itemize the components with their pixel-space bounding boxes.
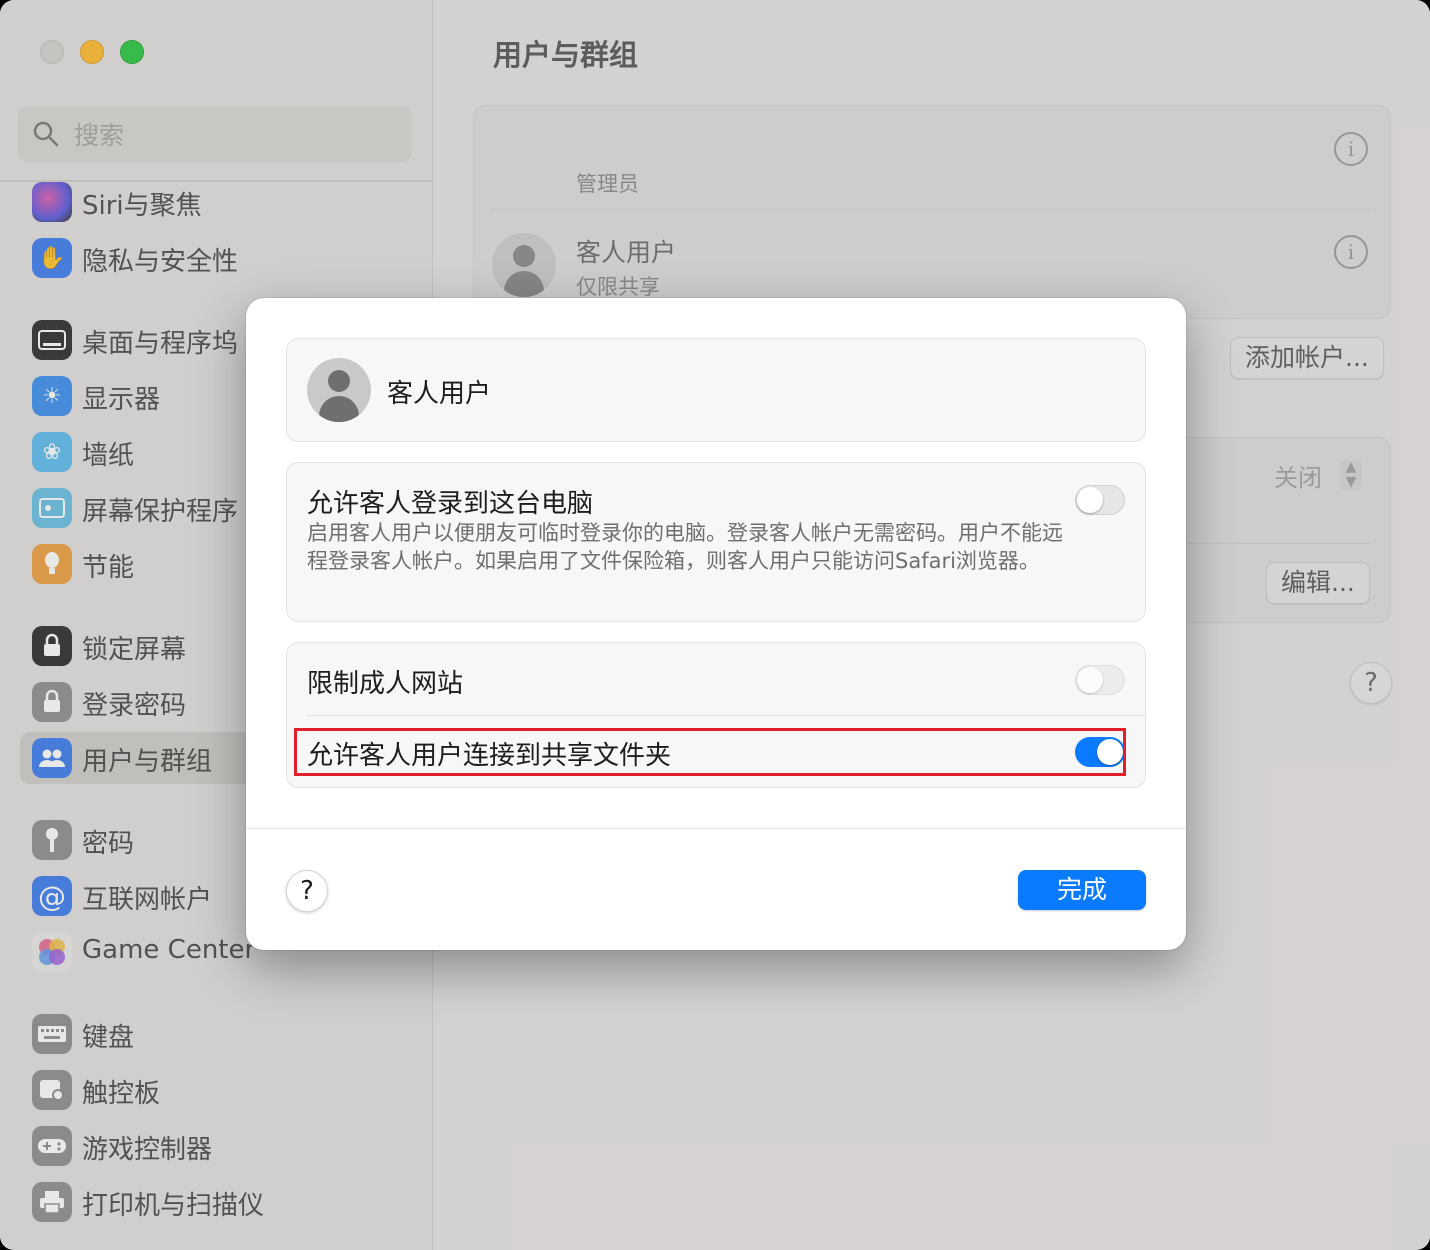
guest-user-dialog: 客人用户 允许客人登录到这台电脑 启用客人用户以便朋友可临时登录你的电脑。登录客… xyxy=(246,298,1186,950)
guest-header-card: 客人用户 xyxy=(286,338,1146,442)
done-button[interactable]: 完成 xyxy=(1018,870,1146,910)
dialog-user-name: 客人用户 xyxy=(387,379,492,409)
allow-login-toggle[interactable] xyxy=(1075,485,1125,515)
allow-login-card: 允许客人登录到这台电脑 启用客人用户以便朋友可临时登录你的电脑。登录客人帐户无需… xyxy=(286,462,1146,622)
highlight-box xyxy=(294,728,1126,776)
allow-login-description: 启用客人用户以便朋友可临时登录你的电脑。登录客人帐户无需密码。用户不能远程登录客… xyxy=(307,521,1063,573)
limit-adult-toggle[interactable] xyxy=(1075,665,1125,695)
settings-window: Siri与聚焦 ✋ 隐私与安全性 桌面与程序坞 ☀ 显示器 ❀ 墙纸 屏幕保护程… xyxy=(0,0,1430,1250)
row-divider xyxy=(307,715,1145,716)
limit-adult-title: 限制成人网站 xyxy=(307,669,464,699)
dialog-help-button[interactable]: ? xyxy=(286,870,328,912)
avatar xyxy=(307,358,371,422)
allow-login-title: 允许客人登录到这台电脑 xyxy=(307,489,594,519)
dialog-divider xyxy=(246,828,1186,829)
